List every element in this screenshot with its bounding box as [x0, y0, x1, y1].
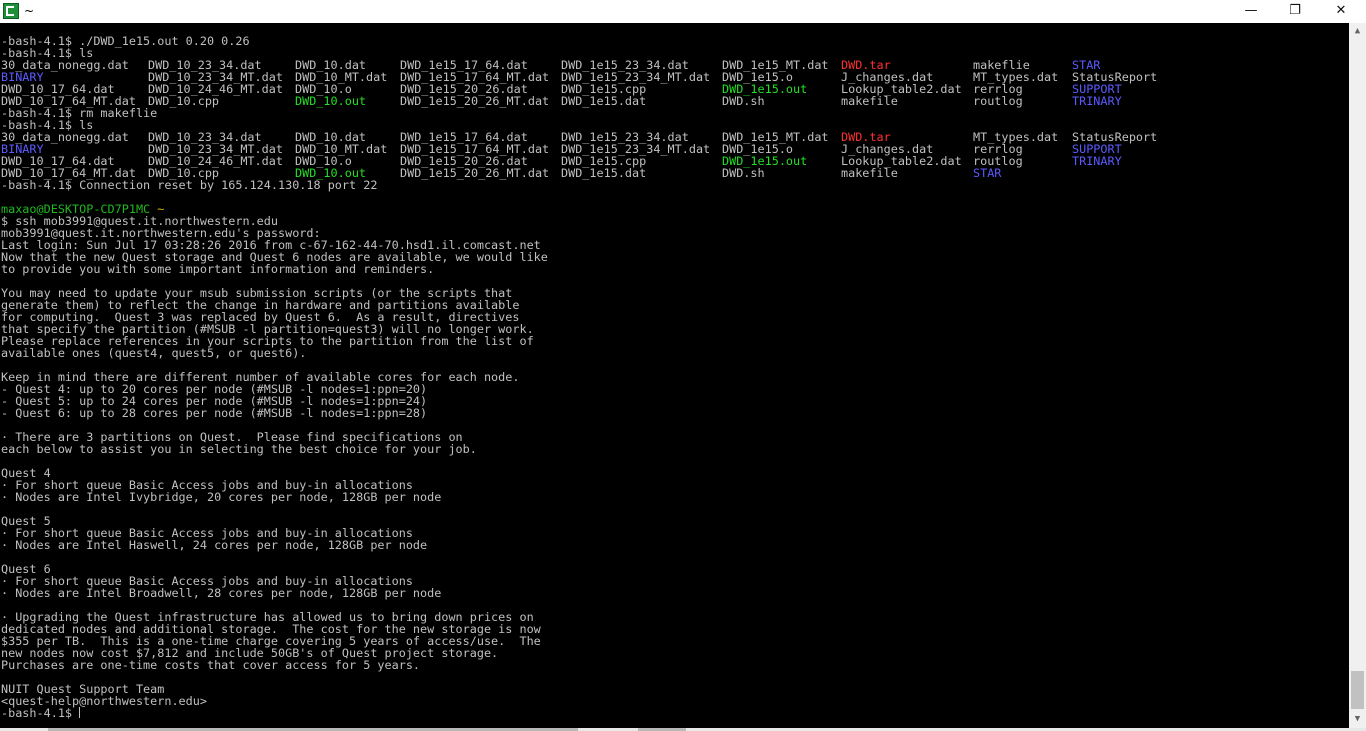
ls-entry: DWD_1e15.dat: [561, 166, 647, 180]
scroll-down-icon[interactable]: ▼: [1349, 711, 1366, 728]
ls-entry: DWD_1e15.dat: [561, 94, 647, 108]
maximize-button[interactable]: ❐: [1272, 0, 1318, 23]
motd-line: · Nodes are Intel Broadwell, 28 cores pe…: [1, 586, 442, 600]
window-titlebar: ~ — ❐ ✕: [0, 0, 1366, 23]
ls-entry: DWD_10.cpp: [148, 94, 220, 108]
motd-line: to provide you with some important infor…: [1, 262, 435, 276]
scroll-up-icon[interactable]: ▲: [1349, 23, 1366, 40]
ls-entry: makefile: [841, 94, 898, 108]
minimize-button[interactable]: —: [1228, 0, 1274, 23]
vertical-scrollbar[interactable]: [1349, 23, 1366, 728]
ls-entry: TRINARY: [1072, 154, 1122, 168]
motd-line: available ones (quest4, quest5, or quest…: [1, 346, 307, 360]
text-cursor: [79, 707, 81, 718]
ls-entry: DWD.sh: [722, 94, 765, 108]
ls-entry: TRINARY: [1072, 94, 1122, 108]
ls-entry: DWD_10.out: [295, 94, 367, 108]
ls-entry: STAR: [973, 166, 1002, 180]
motd-line: - Quest 6: up to 28 cores per node (#MSU…: [1, 406, 428, 420]
motd-line: each below to assist you in selecting th…: [1, 442, 477, 456]
ls-entry: DWD_1e15_20_26_MT.dat: [400, 94, 550, 108]
motd-line: · Nodes are Intel Ivybridge, 20 cores pe…: [1, 490, 442, 504]
ls-entry: DWD_1e15_20_26_MT.dat: [400, 166, 550, 180]
terminal-output[interactable]: -bash-4.1$ ./DWD_1e15.out 0.20 0.26 -bas…: [0, 23, 1349, 728]
close-button[interactable]: ✕: [1318, 0, 1364, 23]
motd-line: · Nodes are Intel Haswell, 24 cores per …: [1, 538, 428, 552]
ls-entry: makefile: [841, 166, 898, 180]
prompt-text: -bash-4.1$: [1, 706, 80, 720]
window-title: ~: [24, 4, 35, 18]
ls-entry: DWD.sh: [722, 166, 765, 180]
ls-entry: routlog: [973, 94, 1023, 108]
cygwin-terminal-icon[interactable]: [3, 3, 19, 19]
active-prompt[interactable]: -bash-4.1$: [1, 706, 81, 720]
motd-line: Purchases are one-time costs that cover …: [1, 658, 421, 672]
terminal-line: -bash-4.1$ Connection reset by 165.124.1…: [1, 178, 378, 192]
scrollbar-thumb[interactable]: [1351, 671, 1364, 709]
